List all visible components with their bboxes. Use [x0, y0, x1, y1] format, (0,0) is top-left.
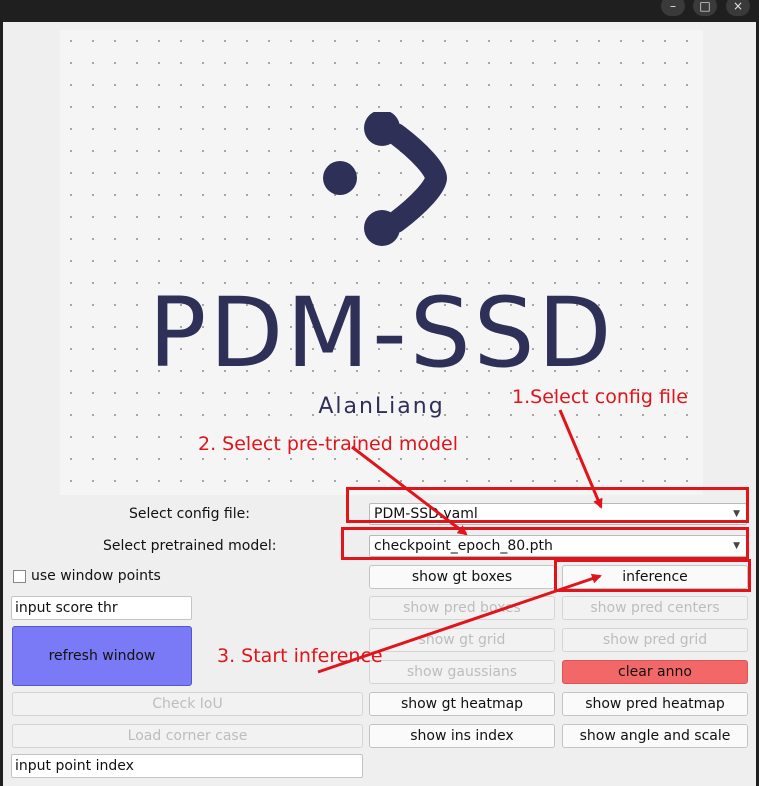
arrow-step3 — [317, 573, 602, 674]
arrow-step1 — [558, 409, 603, 509]
arrow-step2 — [351, 445, 468, 536]
annotation-arrows — [317, 409, 603, 674]
